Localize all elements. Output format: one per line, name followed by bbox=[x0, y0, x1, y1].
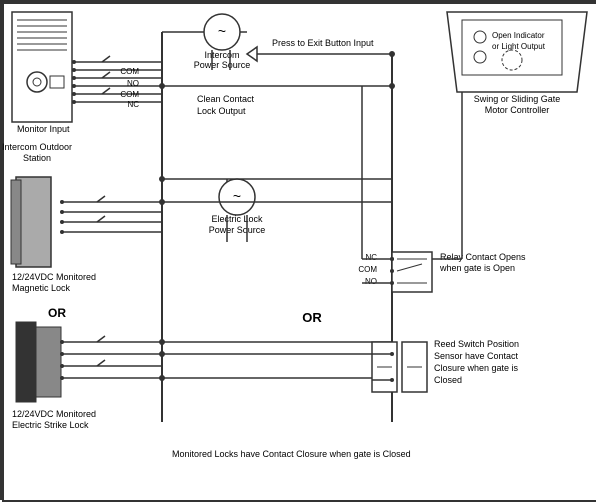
reed-switch-label4: Closed bbox=[434, 375, 462, 385]
or2-label: OR bbox=[302, 310, 322, 325]
wiring-diagram: Monitor Input Intercom Outdoor Station C… bbox=[0, 0, 596, 500]
open-indicator-label2: or Light Output bbox=[492, 42, 546, 51]
com-label: COM bbox=[120, 67, 139, 76]
relay-contact-label2: when gate is Open bbox=[439, 263, 515, 273]
intercom-outdoor-label2: Station bbox=[23, 153, 51, 163]
intercom-power-label: Intercom bbox=[204, 50, 239, 60]
magnetic-lock-label2: Magnetic Lock bbox=[12, 283, 71, 293]
no3-label: NO bbox=[365, 277, 377, 286]
swing-gate-label: Swing or Sliding Gate bbox=[474, 94, 561, 104]
intercom-power-label2: Power Source bbox=[194, 60, 251, 70]
open-indicator-label: Open Indicator bbox=[492, 31, 545, 40]
or1-label: OR bbox=[48, 306, 66, 320]
intercom-power-symbol: ~ bbox=[218, 23, 226, 39]
clean-contact-label2: Lock Output bbox=[197, 106, 246, 116]
reed-switch-label2: Sensor have Contact bbox=[434, 351, 519, 361]
com3-label: COM bbox=[358, 265, 377, 274]
press-exit-label: Press to Exit Button Input bbox=[272, 38, 374, 48]
reed-switch-label: Reed Switch Position bbox=[434, 339, 519, 349]
monitor-input-label: Monitor Input bbox=[17, 124, 70, 134]
electric-lock-power-label: Electric Lock bbox=[211, 214, 263, 224]
nc-label: NC bbox=[127, 100, 139, 109]
intercom-outdoor-label: Intercom Outdoor bbox=[2, 142, 72, 152]
no-label: NO bbox=[127, 79, 139, 88]
clean-contact-label: Clean Contact bbox=[197, 94, 255, 104]
magnetic-lock-label: 12/24VDC Monitored bbox=[12, 272, 96, 282]
relay-contact-label: Relay Contact Opens bbox=[440, 252, 526, 262]
com2-label: COM bbox=[120, 90, 139, 99]
monitored-locks-label: Monitored Locks have Contact Closure whe… bbox=[172, 449, 411, 459]
electric-strike-label2: Electric Strike Lock bbox=[12, 420, 89, 430]
reed-switch-label3: Closure when gate is bbox=[434, 363, 519, 373]
electric-strike-label: 12/24VDC Monitored bbox=[12, 409, 96, 419]
nc2-label: NC bbox=[365, 253, 377, 262]
swing-gate-label2: Motor Controller bbox=[485, 105, 550, 115]
electric-lock-power-label2: Power Source bbox=[209, 225, 266, 235]
